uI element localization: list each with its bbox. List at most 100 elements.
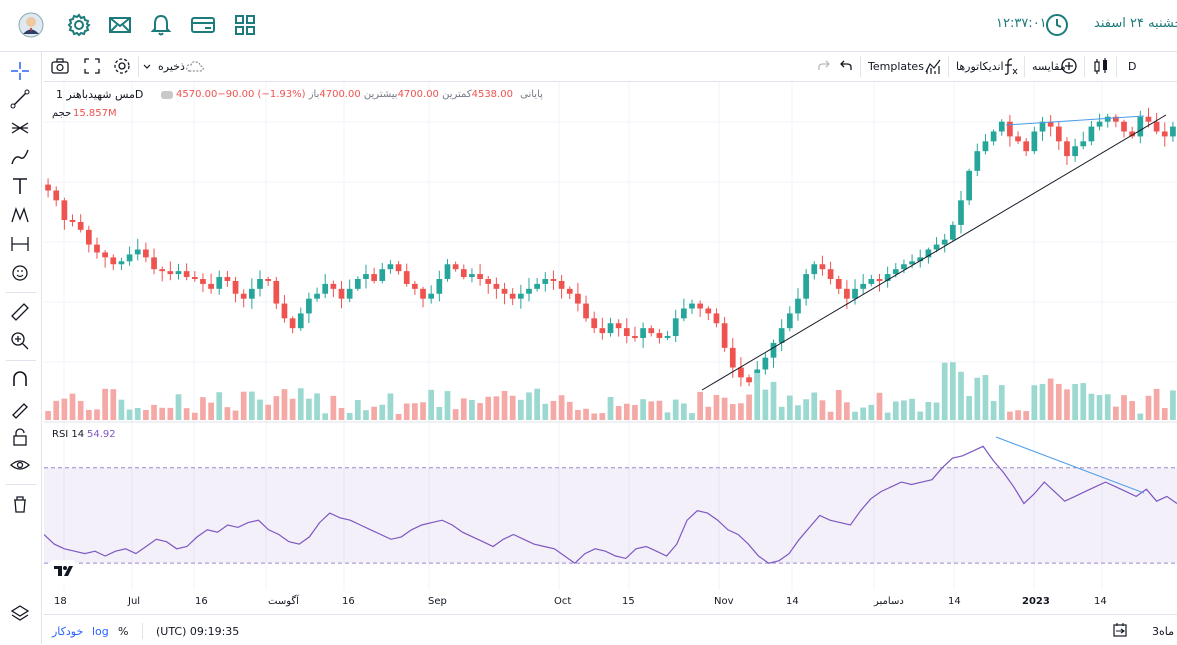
templates-button[interactable]: Templates bbox=[868, 60, 924, 73]
candle-body bbox=[485, 279, 492, 284]
ruler-icon[interactable] bbox=[9, 301, 31, 323]
indicators-button[interactable]: اندیکاتورها bbox=[956, 60, 1004, 73]
fib-icon[interactable] bbox=[9, 117, 31, 139]
interval-button[interactable]: D bbox=[1128, 60, 1136, 73]
camera-icon[interactable] bbox=[50, 56, 70, 76]
candle-body bbox=[224, 277, 231, 281]
mail-icon[interactable] bbox=[107, 12, 133, 38]
volume-bar bbox=[917, 411, 924, 420]
gear-icon[interactable] bbox=[66, 12, 92, 38]
volume-bar bbox=[770, 381, 777, 420]
volume-value: 15.857M bbox=[73, 108, 117, 119]
bell-icon[interactable] bbox=[148, 12, 174, 38]
clock-time: ۱۲:۳۷:۰۱ bbox=[996, 16, 1047, 31]
undo-icon[interactable] bbox=[838, 56, 854, 76]
volume-bar bbox=[689, 413, 695, 420]
zoom-icon[interactable] bbox=[9, 330, 31, 352]
volume-bar bbox=[444, 391, 451, 420]
volume-bar bbox=[175, 394, 182, 420]
high-label: بیشترین bbox=[363, 89, 398, 100]
candle-body bbox=[990, 131, 997, 142]
function-icon[interactable] bbox=[1002, 56, 1018, 76]
trendline-icon[interactable] bbox=[9, 88, 31, 110]
lock-icon[interactable] bbox=[9, 426, 31, 448]
goto-date-icon[interactable] bbox=[1112, 622, 1128, 638]
trash-icon[interactable] bbox=[9, 493, 31, 515]
brush-icon[interactable] bbox=[9, 146, 31, 168]
candle-body bbox=[664, 336, 671, 338]
magnet-icon[interactable] bbox=[9, 368, 31, 390]
cloud-icon[interactable] bbox=[184, 56, 206, 76]
candle-body bbox=[827, 269, 834, 279]
candle-body bbox=[795, 298, 801, 314]
volume-bar bbox=[126, 409, 133, 420]
measure-range-icon[interactable] bbox=[9, 233, 31, 255]
volume-bar bbox=[69, 393, 76, 420]
time-axis[interactable]: 18 Jul 16 آگوست 16 Sep Oct 15 Nov 14 دسا… bbox=[44, 590, 1177, 612]
candle-body bbox=[697, 303, 704, 309]
save-button[interactable]: ذخیره bbox=[158, 60, 185, 73]
volume-bar bbox=[542, 403, 549, 420]
crosshair-icon[interactable] bbox=[9, 60, 31, 82]
chevron-down-icon[interactable] bbox=[142, 62, 152, 72]
tradingview-logo[interactable] bbox=[50, 560, 76, 582]
candle-body bbox=[583, 303, 589, 319]
candle-body bbox=[167, 271, 174, 275]
avatar[interactable] bbox=[18, 12, 44, 38]
candle-body bbox=[721, 323, 728, 348]
volume-bar bbox=[583, 408, 589, 420]
percent-scale-button[interactable]: % bbox=[118, 625, 128, 638]
templates-icon[interactable] bbox=[924, 56, 942, 76]
auto-scale-button[interactable]: خودکار bbox=[52, 625, 83, 638]
candle-body bbox=[183, 271, 190, 278]
redo-icon[interactable] bbox=[816, 56, 832, 76]
log-scale-button[interactable]: log bbox=[92, 625, 109, 638]
candle-body bbox=[632, 336, 638, 338]
text-tool-icon[interactable] bbox=[9, 175, 31, 197]
pattern-icon[interactable] bbox=[9, 204, 31, 226]
rsi-value: 54.92 bbox=[87, 429, 116, 440]
candle-body bbox=[444, 264, 451, 279]
card-icon[interactable] bbox=[190, 12, 216, 38]
fullscreen-icon[interactable] bbox=[82, 56, 102, 76]
candle-body bbox=[69, 220, 76, 222]
layers-icon[interactable] bbox=[9, 602, 31, 624]
candles-icon[interactable] bbox=[1092, 56, 1110, 76]
volume-bar bbox=[738, 403, 744, 420]
candle-body bbox=[371, 274, 377, 281]
emoji-icon[interactable] bbox=[9, 262, 31, 284]
volume-bar bbox=[371, 406, 377, 420]
logo-icon bbox=[54, 566, 73, 576]
volume-bar bbox=[664, 412, 671, 420]
price-chart[interactable] bbox=[44, 82, 1177, 590]
date-label: پنجشنبه ۲۴ اسفند bbox=[1094, 16, 1177, 31]
volume-bar bbox=[436, 407, 443, 420]
eye-icon[interactable] bbox=[9, 454, 31, 476]
volume-bar bbox=[713, 394, 720, 420]
candle-body bbox=[460, 269, 467, 278]
volume-bar bbox=[1104, 394, 1111, 420]
candle-body bbox=[208, 283, 214, 289]
volume-bar bbox=[77, 401, 84, 420]
candle-body bbox=[770, 342, 777, 358]
timezone-button[interactable]: (UTC) 09:19:35 bbox=[156, 625, 239, 638]
volume-bar bbox=[354, 400, 361, 420]
x-tick: دسامبر bbox=[874, 596, 904, 607]
volume-bar bbox=[257, 399, 263, 420]
candle-body bbox=[1015, 136, 1021, 142]
grid-icon[interactable] bbox=[232, 12, 258, 38]
candle-body bbox=[640, 328, 646, 338]
plus-circle-icon[interactable] bbox=[1060, 56, 1078, 76]
candle-body bbox=[281, 303, 288, 319]
settings-icon[interactable] bbox=[112, 56, 132, 76]
collapse-icon[interactable] bbox=[160, 91, 173, 99]
candle-body bbox=[257, 279, 263, 289]
pencil-lock-icon[interactable] bbox=[9, 397, 31, 419]
top-bar: ۱۲:۳۷:۰۱ پنجشنبه ۲۴ اسفند bbox=[0, 0, 1177, 52]
range-button[interactable]: 3ماه bbox=[1152, 625, 1174, 638]
candle-body bbox=[1096, 121, 1103, 127]
volume-bar bbox=[183, 408, 190, 420]
candle-body bbox=[746, 377, 752, 383]
volume-bar bbox=[591, 413, 598, 420]
candle-body bbox=[998, 121, 1005, 132]
